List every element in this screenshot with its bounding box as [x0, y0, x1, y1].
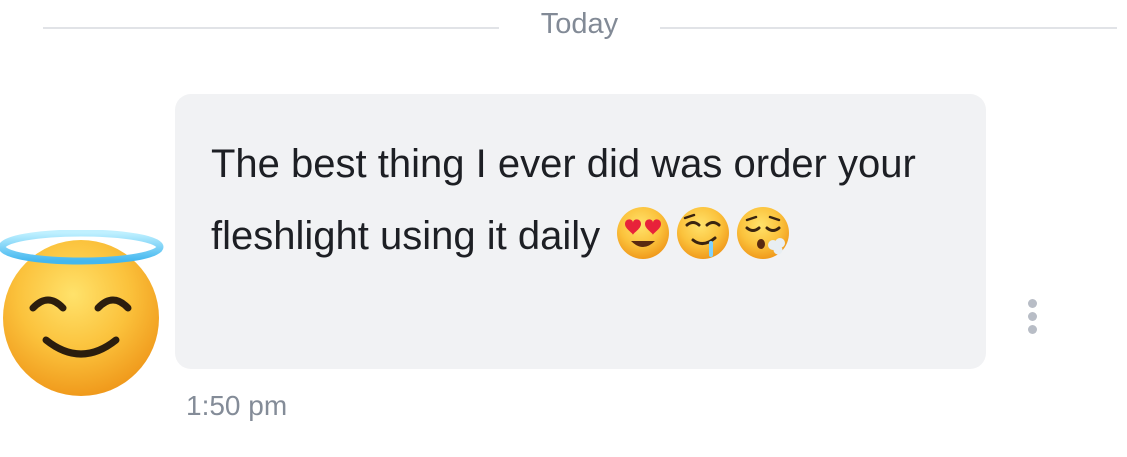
drooling-face-emoji-icon [675, 205, 731, 261]
smiling-face-with-halo-icon[interactable] [0, 229, 165, 400]
message-timestamp: 1:50 pm [186, 390, 288, 421]
ellipsis-dot [1028, 299, 1037, 308]
face-exhaling-emoji-icon [735, 205, 791, 261]
date-divider: Today [0, 0, 1127, 54]
date-divider-label: Today [540, 8, 619, 40]
message-bubble[interactable]: The best thing I ever did was order your… [175, 94, 986, 369]
more-options-button[interactable] [1018, 296, 1048, 336]
ellipsis-dot [1028, 325, 1037, 334]
message-text: The best thing I ever did was order your… [211, 128, 956, 272]
heart-eyes-emoji-icon [615, 205, 671, 261]
divider-line-right [660, 27, 1117, 29]
divider-line-left [43, 27, 499, 29]
ellipsis-dot [1028, 312, 1037, 321]
message-text-content: The best thing I ever did was order your… [211, 142, 916, 258]
